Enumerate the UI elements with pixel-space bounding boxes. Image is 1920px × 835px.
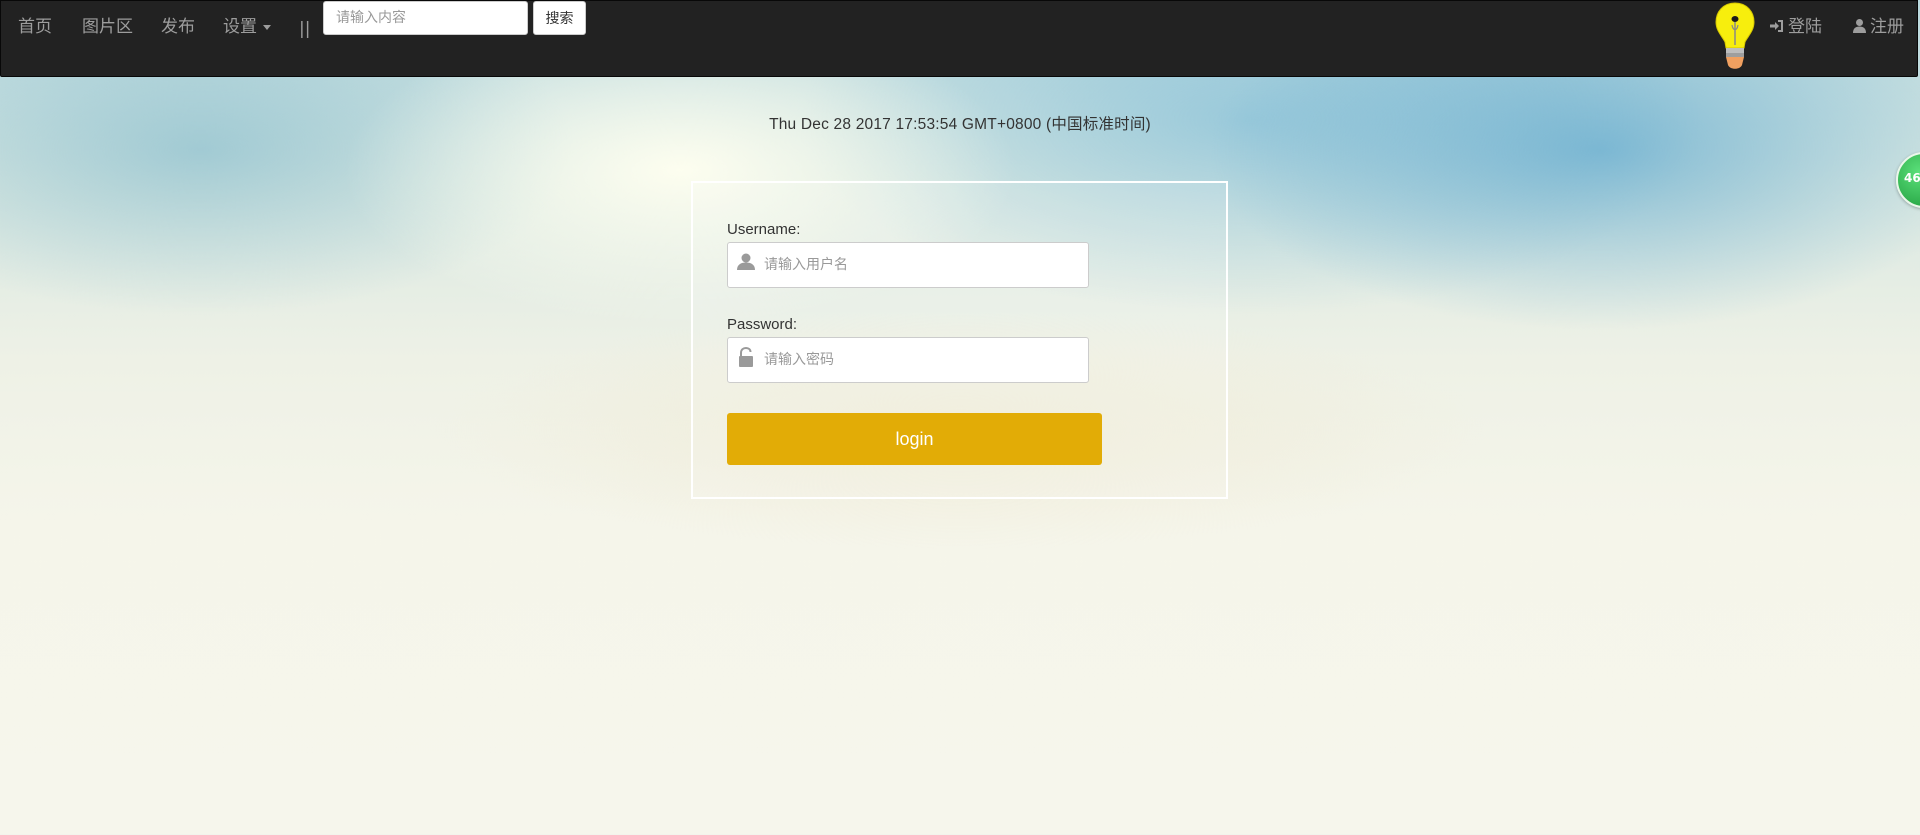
nav-settings-dropdown[interactable]: 设置 [223,15,271,39]
username-label: Username: [727,221,801,238]
nav-login-link[interactable]: 登陆 [1769,15,1822,39]
user-icon [737,253,755,270]
username-field[interactable] [727,242,1089,288]
caret-down-icon [263,24,271,30]
password-field[interactable] [727,337,1089,383]
lock-icon [739,347,753,367]
nav-publish-link[interactable]: 发布 [161,15,195,39]
nav-settings-label: 设置 [223,17,257,37]
search-input[interactable] [323,1,528,35]
nav-gallery-link[interactable]: 图片区 [82,15,133,39]
nav-register-label: 注册 [1870,17,1904,37]
lightbulb-icon [1715,2,1755,69]
username-input[interactable] [764,243,1084,287]
nav-home-link[interactable]: 首页 [18,15,52,39]
login-panel: Username: Password: login [691,181,1228,499]
side-widget-count: 46 [1904,171,1920,185]
sign-in-icon [1770,20,1783,32]
current-date-display: Thu Dec 28 2017 17:53:54 GMT+0800 (中国标准时… [769,116,1151,133]
user-icon [1853,19,1866,33]
password-label: Password: [727,316,798,333]
side-float-widget[interactable]: 46 [1896,152,1920,208]
nav-register-link[interactable]: 注册 [1852,15,1904,39]
search-button[interactable]: 搜索 [533,1,586,35]
login-button[interactable]: login [727,413,1102,465]
top-navbar: 首页 图片区 发布 设置 || 搜索 登陆 注册 [0,0,1918,77]
nav-login-label: 登陆 [1788,17,1822,37]
password-input[interactable] [764,338,1084,382]
nav-separator: || [299,19,311,39]
